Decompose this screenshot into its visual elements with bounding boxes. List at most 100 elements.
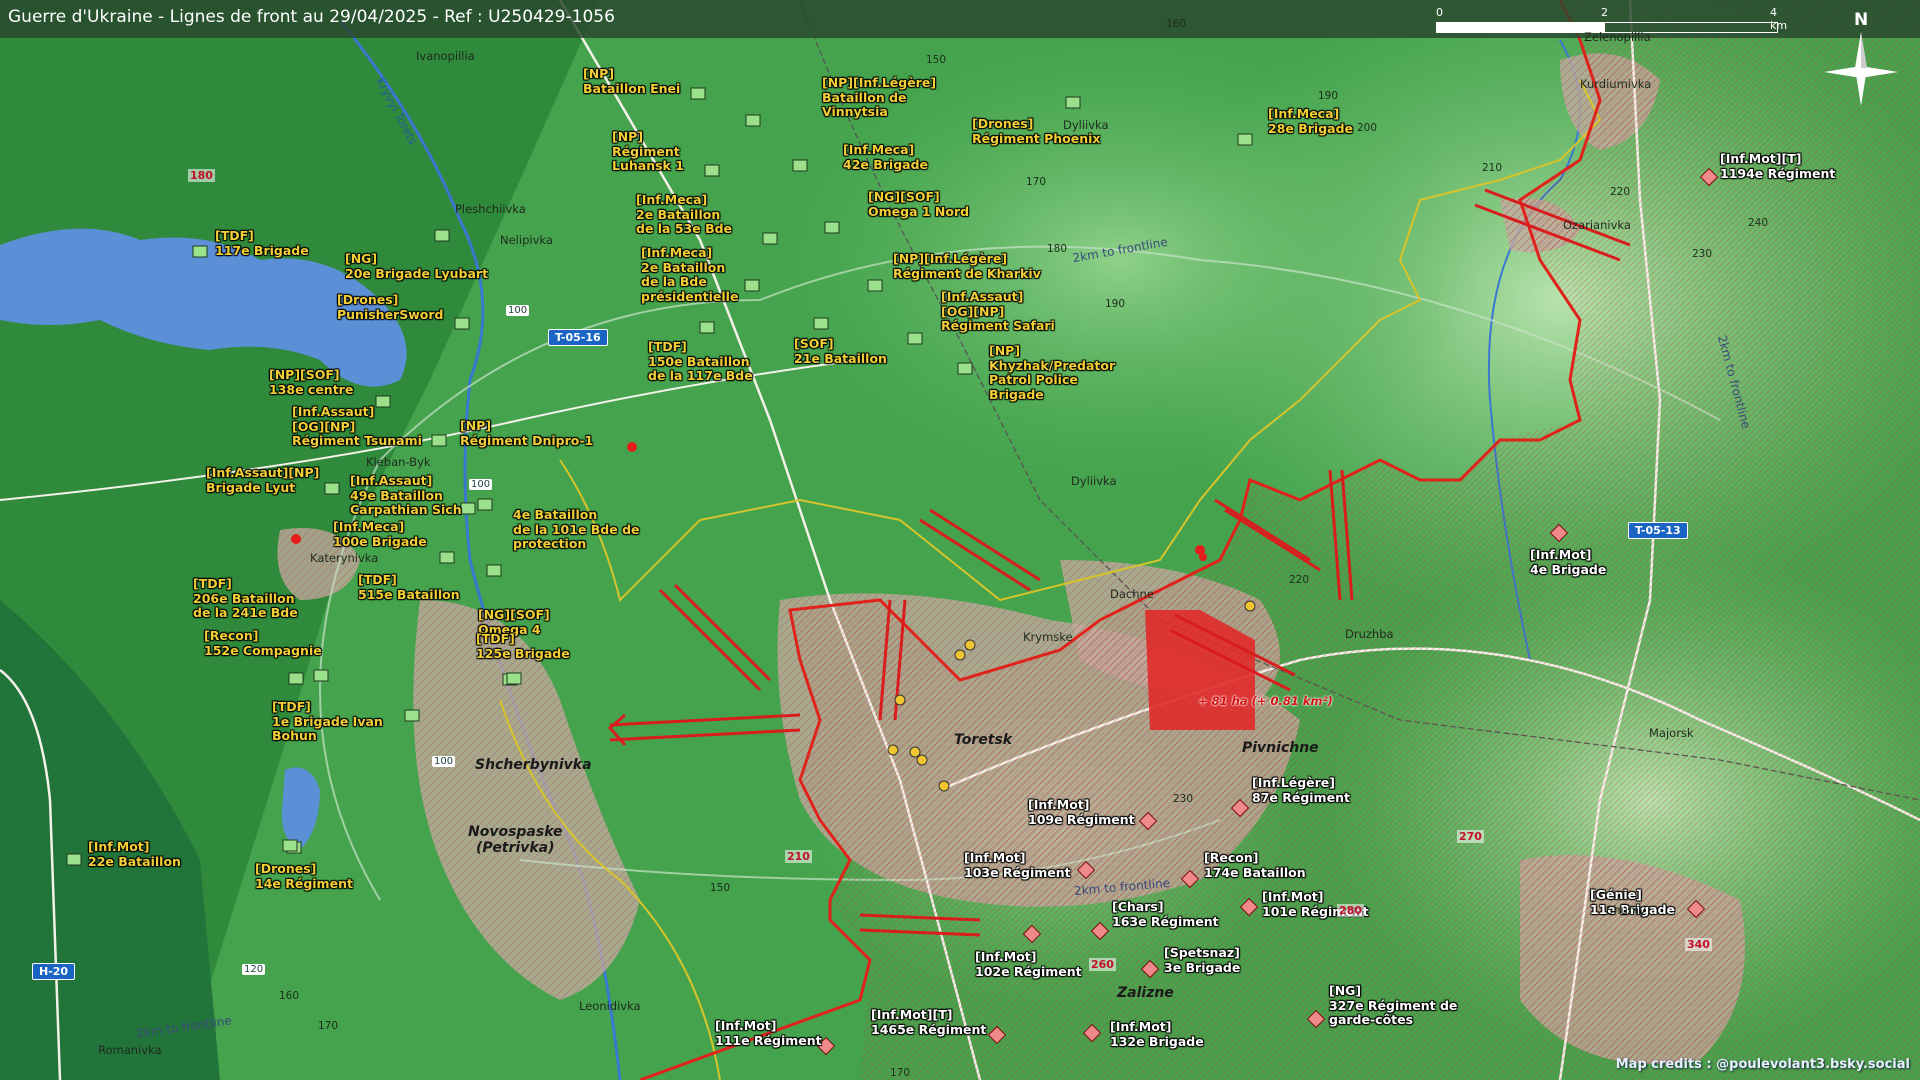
city-label: Toretsk [954, 732, 1013, 748]
ukrainian-unit-label[interactable]: [Inf.Assaut] 49e Bataillon Carpathian Si… [350, 473, 462, 518]
north-arrow: N [1818, 10, 1904, 110]
friendly-unit-icon[interactable] [907, 332, 923, 345]
town-label: Ivanopillia [416, 49, 475, 63]
elevation-label: 180 [1047, 243, 1068, 255]
ukrainian-unit-label[interactable]: [Inf.Mot] 22e Bataillon [88, 839, 181, 869]
russian-unit-label[interactable]: [Inf.Mot] 103e Régiment [964, 850, 1071, 880]
elevation-label: 220 [1610, 186, 1631, 198]
ukrainian-unit-label[interactable]: [Inf.Meca] 100e Brigade [333, 519, 427, 549]
ukrainian-unit-label[interactable]: [TDF] 125e Brigade [476, 631, 570, 661]
ukrainian-unit-label[interactable]: [Recon] 152e Compagnie [204, 628, 322, 658]
friendly-unit-icon[interactable] [957, 362, 973, 375]
friendly-unit-icon[interactable] [431, 434, 447, 447]
ukrainian-unit-label[interactable]: [TDF] 150e Bataillon de la 117e Bde [648, 339, 753, 384]
route-number: 100 [432, 756, 456, 767]
scale-tick-2: 2 [1601, 6, 1608, 19]
ukrainian-unit-label[interactable]: [TDF] 515e Bataillon [358, 572, 460, 602]
russian-unit-label[interactable]: [NG] 327e Régiment de garde-côtes [1329, 983, 1457, 1028]
friendly-unit-icon[interactable] [704, 164, 720, 177]
friendly-unit-icon[interactable] [824, 221, 840, 234]
russian-unit-label[interactable]: [Inf.Mot][T] 1194e Régiment [1720, 151, 1835, 181]
russian-unit-label[interactable]: [Spetsnaz] 3e Brigade [1164, 945, 1240, 975]
friendly-unit-icon[interactable] [282, 839, 298, 852]
ukrainian-unit-label[interactable]: [Drones] PunisherSword [337, 292, 443, 322]
friendly-unit-icon[interactable] [486, 564, 502, 577]
friendly-unit-icon[interactable] [867, 279, 883, 292]
friendly-unit-icon[interactable] [66, 853, 82, 866]
ukrainian-unit-label[interactable]: [Inf.Assaut][NP] Brigade Lyut [206, 465, 319, 495]
friendly-unit-icon[interactable] [745, 114, 761, 127]
ukrainian-unit-label[interactable]: [Inf.Meca] 28e Brigade [1268, 106, 1353, 136]
ukrainian-unit-label[interactable]: [NG] 20e Brigade Lyubart [345, 251, 488, 281]
route-number: 100 [469, 479, 493, 490]
russian-unit-label[interactable]: [Recon] 174e Bataillon [1204, 850, 1306, 880]
elevation-label: 150 [710, 882, 731, 894]
russian-unit-label[interactable]: [Inf.Mot] 102e Régiment [975, 949, 1082, 979]
elevation-label: 160 [279, 990, 300, 1002]
friendly-unit-icon[interactable] [192, 245, 208, 258]
town-label: Shumy [1606, 903, 1646, 917]
ukrainian-unit-label[interactable]: [Inf.Assaut] [OG][NP] Régiment Safari [941, 289, 1055, 334]
friendly-unit-icon[interactable] [762, 232, 778, 245]
ukrainian-unit-label[interactable]: [NP] Bataillon Enei [583, 66, 680, 96]
friendly-unit-icon[interactable] [813, 317, 829, 330]
russian-unit-label[interactable]: [Inf.Mot] 4e Brigade [1530, 547, 1606, 577]
russian-unit-label[interactable]: [Chars] 163e Régiment [1112, 899, 1219, 929]
friendly-unit-icon[interactable] [506, 672, 522, 685]
town-label: Kurdiumivka [1580, 77, 1652, 91]
town-label: Krymske [1023, 630, 1073, 644]
russian-unit-label[interactable]: [Inf.Mot] 132e Brigade [1110, 1019, 1204, 1049]
elevation-label-red: 340 [1685, 938, 1712, 951]
map-title: Guerre d'Ukraine - Lignes de front au 29… [8, 7, 615, 27]
friendly-unit-icon[interactable] [313, 669, 329, 682]
elevation-label-red: 180 [188, 169, 215, 182]
ukrainian-unit-label[interactable]: [TDF] 1e Brigade Ivan Bohun [272, 699, 383, 744]
town-label: Pleshchiivka [455, 202, 526, 216]
friendly-unit-icon[interactable] [439, 551, 455, 564]
ukrainian-unit-label[interactable]: [Inf.Meca] 2e Bataillon de la Bde présid… [641, 245, 738, 304]
ukrainian-unit-label[interactable]: [TDF] 117e Brigade [215, 228, 309, 258]
ukrainian-unit-label[interactable]: [Inf.Meca] 42e Brigade [843, 142, 928, 172]
terrain-map[interactable] [0, 0, 1920, 1080]
friendly-unit-icon[interactable] [454, 317, 470, 330]
ukrainian-unit-label[interactable]: [TDF] 206e Bataillon de la 241e Bde [193, 576, 298, 621]
friendly-unit-icon[interactable] [404, 709, 420, 722]
friendly-unit-icon[interactable] [288, 672, 304, 685]
map-credit: Map credits : @poulevolant3.bsky.social [1615, 1057, 1910, 1072]
russian-unit-label[interactable]: [Inf.Légère] 87e Régiment [1252, 775, 1350, 805]
ukrainian-unit-label[interactable]: [NG][SOF] Omega 1 Nord [868, 189, 969, 219]
russian-unit-label[interactable]: [Inf.Mot] 109e Régiment [1028, 797, 1135, 827]
ukrainian-unit-label[interactable]: [NP] Régiment Dnipro-1 [460, 418, 593, 448]
friendly-unit-icon[interactable] [690, 87, 706, 100]
town-label: Ozarianivka [1563, 218, 1631, 232]
friendly-unit-icon[interactable] [477, 498, 493, 511]
ukrainian-unit-label[interactable]: [NP] Régiment Luhansk 1 [612, 129, 684, 174]
ukrainian-unit-label[interactable]: [SOF] 21e Bataillon [794, 336, 887, 366]
friendly-unit-icon[interactable] [699, 321, 715, 334]
friendly-unit-icon[interactable] [1065, 96, 1081, 109]
elevation-label: 240 [1748, 217, 1769, 229]
ukrainian-unit-label[interactable]: [Inf.Meca] 2e Bataillon de la 53e Bde [636, 192, 732, 237]
friendly-unit-icon[interactable] [324, 482, 340, 495]
area-gain-label: + 81 ha (+ 0.81 km²) [1198, 694, 1333, 708]
friendly-unit-icon[interactable] [434, 229, 450, 242]
friendly-unit-icon[interactable] [744, 279, 760, 292]
ukrainian-unit-label[interactable]: [Drones] 14e Régiment [255, 861, 353, 891]
russian-unit-label[interactable]: [Inf.Mot] 111e Régiment [715, 1018, 822, 1048]
town-label: Leonidivka [579, 999, 641, 1013]
ukrainian-unit-label[interactable]: [NP] Khyzhak/Predator Patrol Police Brig… [989, 343, 1115, 402]
map-viewport[interactable]: Guerre d'Ukraine - Lignes de front au 29… [0, 0, 1920, 1080]
ukrainian-unit-label[interactable]: [NP][Inf.Légère] Régiment de Kharkiv [893, 251, 1041, 281]
friendly-unit-icon[interactable] [460, 502, 476, 515]
compass-rose-icon [1824, 32, 1898, 106]
russian-unit-label[interactable]: [Inf.Mot][T] 1465e Régiment [871, 1007, 986, 1037]
friendly-unit-icon[interactable] [1237, 133, 1253, 146]
elevation-label: 230 [1692, 248, 1713, 260]
elevation-label-red: 280 [1337, 904, 1364, 917]
friendly-unit-icon[interactable] [792, 159, 808, 172]
ukrainian-unit-label[interactable]: [NP][Inf.Légère] Bataillon de Vinnytsia [822, 75, 936, 120]
ukrainian-unit-label[interactable]: [Inf.Assaut] [OG][NP] Régiment Tsunami [292, 404, 422, 449]
elevation-label: 170 [1026, 176, 1047, 188]
ukrainian-unit-label[interactable]: 4e Bataillon de la 101e Bde de protectio… [513, 507, 640, 552]
ukrainian-unit-label[interactable]: [NP][SOF] 138e centre [269, 367, 353, 397]
